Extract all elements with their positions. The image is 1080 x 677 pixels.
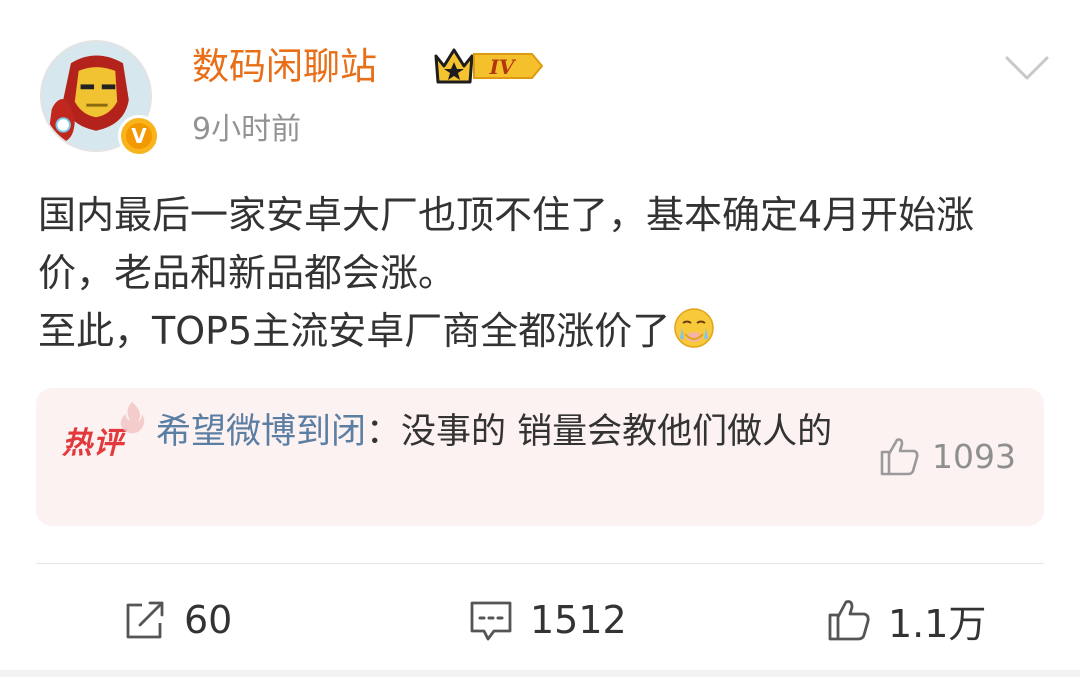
level-badge-text: IV <box>489 55 517 79</box>
weibo-post-card: V 数码闲聊站 IV 9小时前 国内最后一家安卓大厂也顶不住了，基本确定4月开始… <box>0 0 1080 677</box>
divider <box>36 563 1044 564</box>
hot-comment-box[interactable]: 热评 希望微博到闭：没事的 销量会教他们做人的 1093 <box>36 388 1044 526</box>
post-paragraph-text: 至此，TOP5主流安卓厂商全都涨价了 <box>38 309 671 353</box>
hot-comment-text: 希望微博到闭：没事的 销量会教他们做人的 <box>156 408 846 456</box>
repost-button[interactable]: 60 <box>122 592 232 648</box>
author-name[interactable]: 数码闲聊站 <box>192 42 377 92</box>
comment-count: 1512 <box>530 598 627 642</box>
hot-comment-author[interactable]: 希望微博到闭 <box>156 412 366 452</box>
repost-icon <box>126 601 164 639</box>
card-separator <box>0 670 1080 677</box>
comment-button[interactable]: 1512 <box>468 592 627 648</box>
hot-comment-like-button[interactable]: 1093 <box>876 432 1016 480</box>
member-level-badge-icon[interactable]: IV <box>432 44 544 88</box>
like-button[interactable]: 1.1万 <box>826 592 986 648</box>
post-content: 国内最后一家安卓大厂也顶不住了，基本确定4月开始涨价，老品和新品都会涨。 至此，… <box>38 186 1038 360</box>
crying-face-emoji-icon <box>674 308 714 348</box>
thumbs-up-icon <box>880 438 919 476</box>
hot-comment-body: 没事的 销量会教他们做人的 <box>401 412 833 452</box>
post-paragraph-2: 至此，TOP5主流安卓厂商全都涨价了 <box>38 302 1038 360</box>
flame-icon <box>120 402 145 434</box>
chevron-down-icon[interactable] <box>1004 52 1050 82</box>
hot-comment-separator: ： <box>366 412 402 452</box>
post-paragraph: 国内最后一家安卓大厂也顶不住了，基本确定4月开始涨价，老品和新品都会涨。 <box>38 193 975 295</box>
thumbs-up-icon <box>828 600 870 641</box>
post-timestamp: 9小时前 <box>192 112 302 147</box>
verified-badge-icon: V <box>118 115 160 157</box>
repost-count: 60 <box>184 598 233 642</box>
verified-mark: V <box>126 123 152 149</box>
hot-comment-like-count: 1093 <box>932 436 1016 476</box>
comment-icon <box>470 601 512 641</box>
like-count: 1.1万 <box>888 601 987 646</box>
